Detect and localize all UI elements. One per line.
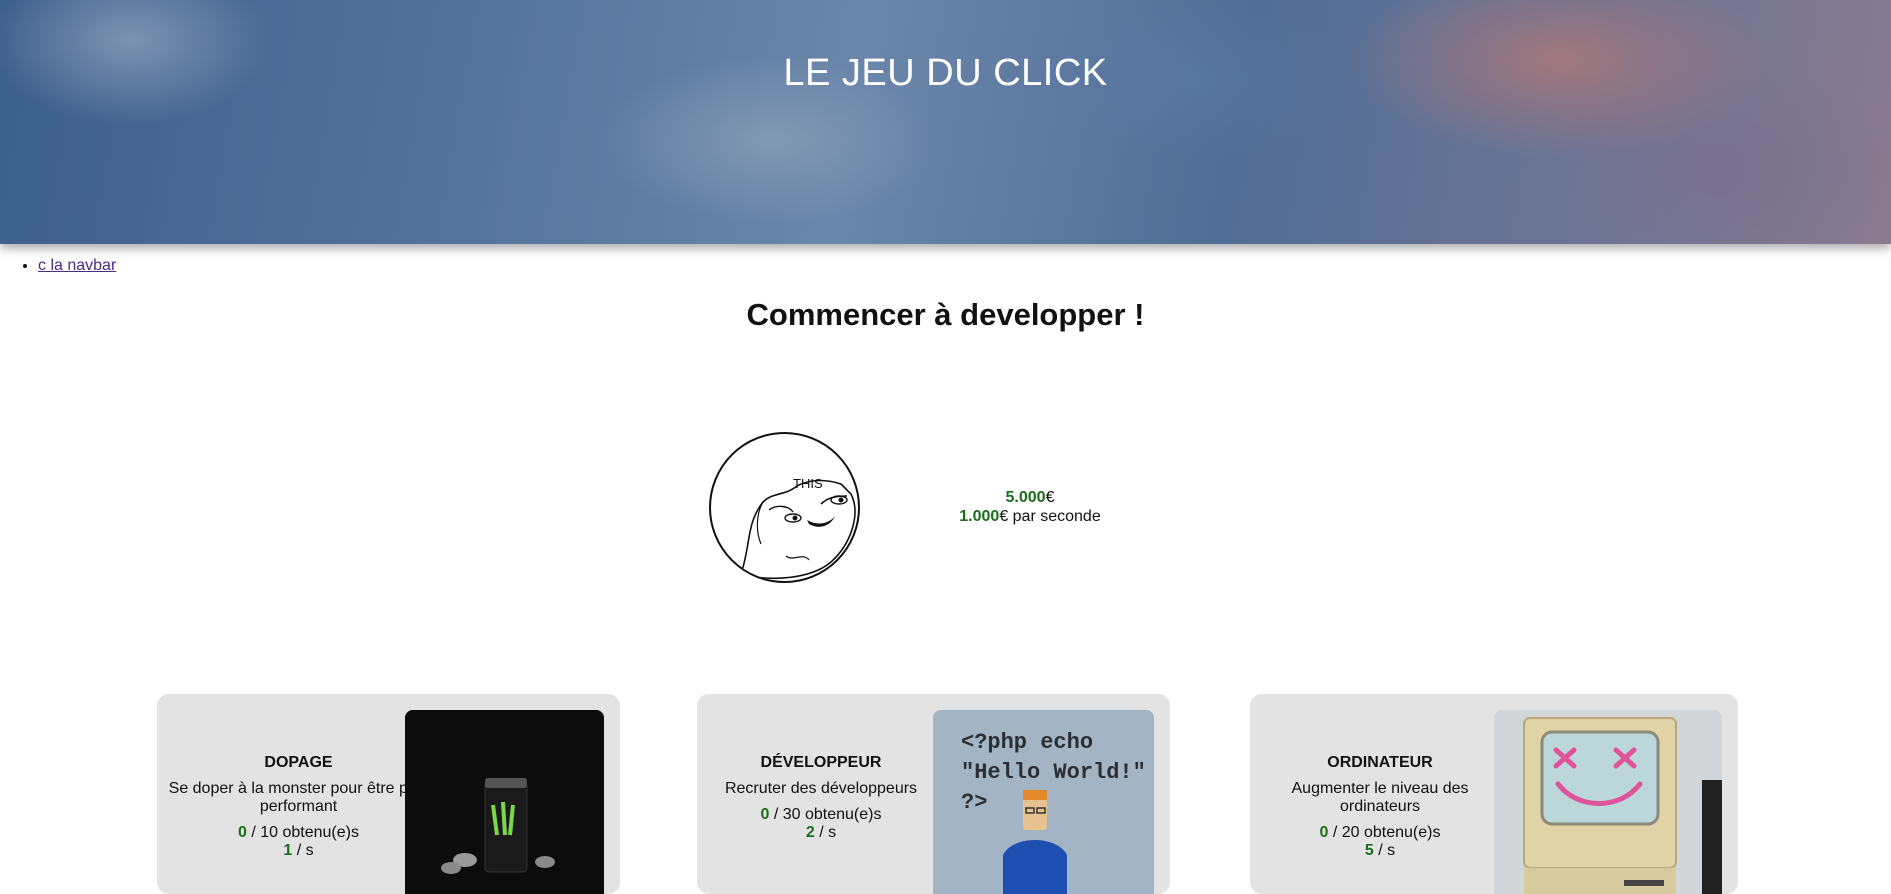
card-description: Se doper à la monster pour être plus per… [168,780,429,815]
card-body: DÉVELOPPEUR Recruter des développeurs 0 … [697,754,945,842]
navbar: c la navbar [0,257,116,275]
rate-suffix: € par seconde [999,508,1101,525]
rate-unit: / s [814,824,837,841]
card-rate: 2 / s [697,824,945,842]
nav-link[interactable]: c la navbar [38,257,116,274]
card-owned: 0 / 30 obtenu(e)s [697,806,945,824]
card-rate: 5 / s [1250,842,1510,860]
rate-value: 1.000 [959,508,1000,525]
click-button[interactable]: THIS [709,432,860,583]
clicker-caption: THIS [793,476,823,491]
card-title: ORDINATEUR [1327,754,1433,771]
rate-count: 5 [1364,842,1374,859]
nav-item: c la navbar [38,257,116,275]
code-line-2: "Hello World!" [961,760,1146,785]
header-banner: LE JEU DU CLICK [0,0,1891,244]
rate-line: 1.000€ par seconde [930,507,1130,526]
rate-count: 1 [283,842,293,859]
card-owned: 0 / 20 obtenu(e)s [1250,824,1510,842]
upgrade-card-developpeur[interactable]: DÉVELOPPEUR Recruter des développeurs 0 … [697,694,1170,894]
code-line-3: ?> [961,790,987,815]
this-meme-face-icon: THIS [739,476,856,579]
money-value: 5.000 [1005,489,1046,506]
card-body: DOPAGE Se doper à la monster pour être p… [167,754,430,860]
site-title: LE JEU DU CLICK [783,52,1108,94]
card-description: Augmenter le niveau des ordinateurs [1291,780,1469,815]
owned-suffix: / 10 obtenu(e)s [246,824,359,841]
code-line-1: <?php echo [961,730,1093,755]
card-owned: 0 / 10 obtenu(e)s [167,824,430,842]
owned-suffix: / 30 obtenu(e)s [769,806,882,823]
retro-computer-icon [1494,710,1722,894]
rate-unit: / s [292,842,314,859]
page-heading: Commencer à developper ! [746,297,1145,332]
owned-suffix: / 20 obtenu(e)s [1328,824,1441,841]
card-description: Recruter des développeurs [724,780,918,797]
money-line: 5.000€ [930,488,1130,507]
card-title: DÉVELOPPEUR [760,754,882,771]
money-unit: € [1045,489,1055,506]
php-developer-figure-icon: <?php echo "Hello World!" ?> [933,710,1154,894]
card-title: DOPAGE [264,754,333,771]
energy-drink-can-icon [405,710,604,894]
card-rate: 1 / s [167,842,430,860]
stats-panel: 5.000€ 1.000€ par seconde [930,488,1130,526]
owned-count: 0 [238,824,247,841]
card-body: ORDINATEUR Augmenter le niveau des ordin… [1250,754,1510,860]
upgrade-card-dopage[interactable]: DOPAGE Se doper à la monster pour être p… [157,694,620,894]
rate-count: 2 [805,824,815,841]
upgrade-card-ordinateur[interactable]: ORDINATEUR Augmenter le niveau des ordin… [1250,694,1738,894]
rate-unit: / s [1373,842,1396,859]
